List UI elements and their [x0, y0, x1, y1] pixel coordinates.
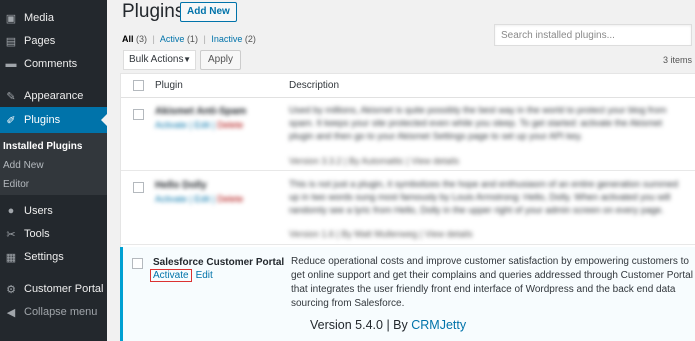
- plugin-name: Hello Dolly: [155, 180, 207, 191]
- plugin-status-filters: All (3) | Active (1) | Inactive (2): [122, 34, 256, 44]
- menu-label: Comments: [24, 58, 78, 70]
- filter-separator: |: [152, 34, 155, 44]
- row-checkbox[interactable]: [133, 182, 144, 193]
- filter-active-count: (1): [186, 34, 198, 44]
- column-header-description: Description: [289, 80, 340, 91]
- edit-link[interactable]: Edit: [196, 270, 213, 281]
- table-row: Hello Dolly Activate | Edit | Delete Thi…: [121, 171, 695, 245]
- plugin-name: Salesforce Customer Portal: [153, 257, 285, 268]
- pages-icon: ▤: [5, 35, 17, 48]
- menu-label: Media: [24, 12, 54, 24]
- delete-link[interactable]: Delete: [217, 120, 243, 130]
- edit-link[interactable]: Edit: [194, 120, 210, 130]
- page-title: Plugins: [122, 1, 185, 22]
- admin-sidebar: ▣ Media ▤ Pages ▬ Comments ✎ Appearance …: [0, 0, 107, 341]
- row-checkbox[interactable]: [133, 109, 144, 120]
- menu-item-customer-portal[interactable]: ⚙ Customer Portal: [0, 277, 107, 301]
- search-plugins-input[interactable]: [494, 24, 692, 46]
- table-row: Akismet Anti-Spam Activate | Edit | Dele…: [121, 98, 695, 171]
- activate-link[interactable]: Activate: [155, 120, 187, 130]
- author-link[interactable]: CRMJetty: [411, 318, 466, 332]
- menu-label: Plugins: [24, 114, 61, 126]
- menu-item-users[interactable]: ● Users: [0, 199, 107, 223]
- menu-item-appearance[interactable]: ✎ Appearance: [0, 84, 107, 108]
- plugin-description: Used by millions, Akismet is quite possi…: [289, 105, 667, 141]
- main-content: Plugins Add New All (3) | Active (1) | I…: [107, 0, 695, 341]
- menu-item-settings[interactable]: ▦ Settings: [0, 245, 107, 269]
- menu-label: Customer Portal: [24, 283, 104, 295]
- menu-label: Users: [24, 205, 53, 217]
- edit-link[interactable]: Edit: [194, 194, 210, 204]
- menu-label: Settings: [24, 251, 64, 263]
- plugin-version: Version 1.6 | By Matt Mullenweg | View d…: [289, 229, 473, 239]
- table-row-salesforce-customer-portal: Salesforce Customer Portal Activate Edit …: [120, 247, 695, 341]
- comments-icon: ▬: [5, 58, 17, 70]
- row-actions: Activate | Edit | Delete: [155, 120, 244, 130]
- filter-all-count: (3): [136, 34, 148, 44]
- delete-link[interactable]: Delete: [217, 194, 243, 204]
- collapse-icon: ◀: [6, 306, 16, 319]
- plugin-name: Akismet Anti-Spam: [155, 106, 247, 117]
- menu-item-media[interactable]: ▣ Media: [0, 6, 107, 30]
- items-count: 3 items: [662, 55, 692, 65]
- submenu-add-new[interactable]: Add New: [3, 160, 44, 171]
- plugins-icon: ✐: [6, 114, 16, 127]
- version-text: Version 5.4.0 | By: [310, 318, 408, 332]
- submenu-editor[interactable]: Editor: [3, 179, 29, 190]
- users-icon: ●: [7, 205, 15, 217]
- customer-portal-icon: ⚙: [6, 283, 16, 296]
- column-header-plugin: Plugin: [155, 80, 183, 91]
- filter-active[interactable]: Active: [160, 34, 185, 44]
- apply-button[interactable]: Apply: [200, 50, 242, 70]
- filter-all[interactable]: All: [122, 34, 134, 44]
- plugins-submenu: Installed Plugins Add New Editor: [0, 133, 107, 195]
- media-icon: ▣: [5, 12, 17, 25]
- filter-separator: |: [203, 34, 206, 44]
- filter-inactive-count: (2): [244, 34, 256, 44]
- table-header: Plugin Description: [121, 74, 695, 98]
- bulk-actions-label: Bulk Actions: [129, 54, 184, 65]
- row-actions: Activate | Edit | Delete: [155, 194, 244, 204]
- activate-link[interactable]: Activate: [150, 269, 192, 282]
- add-new-button[interactable]: Add New: [180, 2, 237, 22]
- row-actions: Activate Edit: [150, 269, 213, 282]
- dropdown-caret-icon: ▼: [183, 55, 191, 64]
- submenu-installed-plugins[interactable]: Installed Plugins: [3, 141, 82, 152]
- plugin-description: This is not just a plugin, it symbolizes…: [289, 179, 679, 215]
- row-checkbox[interactable]: [132, 258, 143, 269]
- appearance-icon: ✎: [6, 90, 16, 103]
- activate-link[interactable]: Activate: [155, 194, 187, 204]
- plugin-version: Version 5.4.0 | By CRMJetty: [310, 318, 466, 332]
- menu-item-comments[interactable]: ▬ Comments: [0, 52, 107, 76]
- collapse-menu-button[interactable]: ◀ Collapse menu: [0, 300, 107, 324]
- settings-icon: ▦: [5, 251, 17, 264]
- select-all-checkbox[interactable]: [133, 80, 144, 91]
- menu-item-plugins[interactable]: ✐ Plugins: [0, 107, 107, 133]
- plugins-table: Plugin Description Akismet Anti-Spam Act…: [120, 73, 695, 341]
- menu-label: Appearance: [24, 90, 84, 102]
- menu-item-tools[interactable]: ✂ Tools: [0, 222, 107, 246]
- plugin-version: Version 3.3.2 | By Automattic | View det…: [289, 156, 460, 166]
- menu-item-pages[interactable]: ▤ Pages: [0, 29, 107, 53]
- menu-label: Pages: [24, 35, 56, 47]
- filter-inactive[interactable]: Inactive: [211, 34, 242, 44]
- menu-label: Collapse menu: [24, 306, 98, 318]
- bulk-actions-select[interactable]: Bulk Actions ▼: [123, 50, 196, 70]
- tools-icon: ✂: [6, 228, 16, 241]
- plugin-description: Reduce operational costs and improve cus…: [291, 256, 693, 309]
- menu-label: Tools: [24, 228, 50, 240]
